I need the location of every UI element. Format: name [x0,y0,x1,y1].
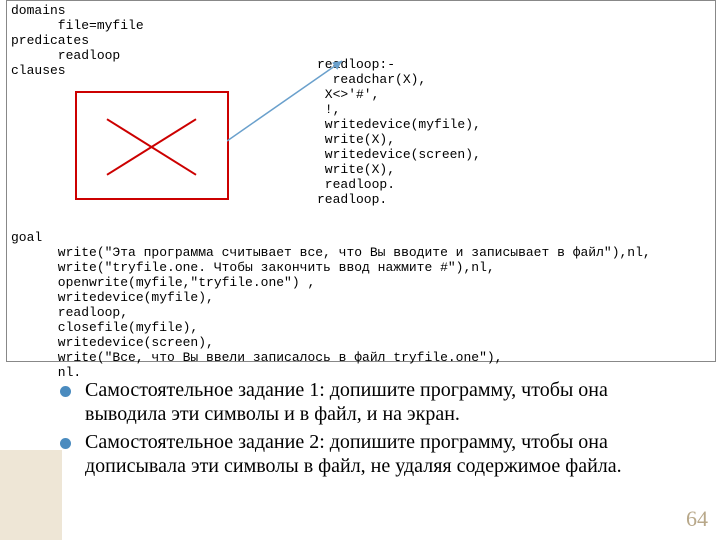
page-number: 64 [686,506,708,532]
code-right: readloop:- readchar(X), X<>'#', !, write… [317,57,481,207]
code-left: domains file=myfile predicates readloop … [11,3,144,78]
task-text: Самостоятельное задание 2: допишите прог… [85,430,680,478]
code-goal: goal write("Эта программа считывает все,… [11,230,651,380]
list-item: Самостоятельное задание 2: допишите прог… [60,430,680,478]
decorative-block [0,450,62,540]
task-list: Самостоятельное задание 1: допишите прог… [60,378,680,482]
task-text: Самостоятельное задание 1: допишите прог… [85,378,680,426]
code-listing: domains file=myfile predicates readloop … [6,0,716,362]
list-item: Самостоятельное задание 1: допишите прог… [60,378,680,426]
bullet-icon [60,438,71,449]
red-crossed-box [75,91,229,200]
bullet-icon [60,386,71,397]
